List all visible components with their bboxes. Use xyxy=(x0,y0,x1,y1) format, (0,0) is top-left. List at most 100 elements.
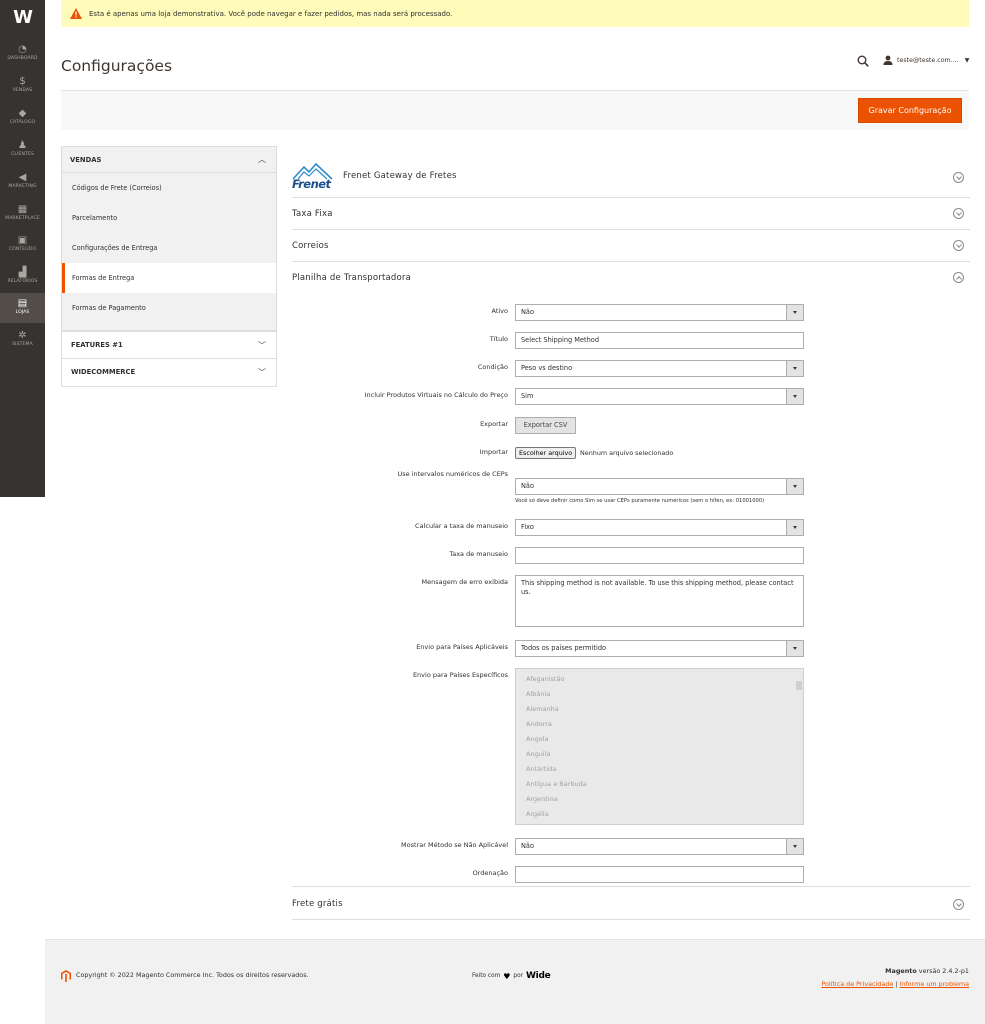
country-option[interactable]: Anguila xyxy=(516,747,803,762)
condicao-select[interactable]: Peso vs destino xyxy=(515,360,804,377)
tab-item[interactable]: Formas de Entrega xyxy=(62,263,276,293)
admin-sidebar: W ◔ DASHBOARD $ VENDAS ◆ CATÁLOGO ♟ CLIENTES ◀ MA… xyxy=(0,0,45,497)
tab-item[interactable]: Parcelamento xyxy=(62,203,276,233)
user-menu[interactable]: teste@teste.com.... ▼ xyxy=(883,54,969,66)
ordenacao-input[interactable] xyxy=(515,866,804,883)
footer-separator: | xyxy=(895,980,898,988)
nav-item-sistema[interactable]: ✲ SISTEMA xyxy=(0,330,45,360)
nav-item-conteúdo[interactable]: ▣ CONTEÚDO xyxy=(0,235,45,265)
section-taxa-fixa[interactable]: Taxa Fixa xyxy=(292,198,970,230)
country-option[interactable]: Albânia xyxy=(516,687,803,702)
tab-item[interactable]: Códigos de Frete (Correios) xyxy=(62,173,276,203)
storefront-icon: ▦ xyxy=(17,204,28,215)
scrollbar[interactable] xyxy=(796,671,802,823)
tab-group-vendas[interactable]: VENDAS ︿ xyxy=(61,146,277,173)
field-label: Taxa de manuseio xyxy=(449,550,508,558)
tab-group-items: Códigos de Frete (Correios) Parcelamento C… xyxy=(61,173,277,331)
taxa-manuseio-input[interactable] xyxy=(515,547,804,564)
titulo-input[interactable]: Select Shipping Method xyxy=(515,332,804,349)
expand-icon[interactable] xyxy=(953,172,964,183)
tab-item[interactable]: Configurações de Entrega xyxy=(62,233,276,263)
tab-group-spacer xyxy=(62,323,276,330)
country-option[interactable]: Argélia xyxy=(516,807,803,822)
tab-group-features[interactable]: FEATURES #1 ﹀ xyxy=(61,331,277,359)
nav-item-clientes[interactable]: ♟ CLIENTES xyxy=(0,140,45,170)
export-csv-button[interactable]: Exportar CSV xyxy=(515,417,576,434)
footer-version: Magento versão 2.4.2-p1 Política de Priv… xyxy=(821,965,969,991)
made-with-text: Feito com xyxy=(472,973,501,979)
calcular-taxa-select[interactable]: Fixo xyxy=(515,519,804,536)
country-option[interactable]: Andorra xyxy=(516,717,803,732)
expand-icon[interactable] xyxy=(953,208,964,219)
section-frete-gratis[interactable]: Frete grátis xyxy=(292,887,970,920)
field-label: Envio para Países Específicos xyxy=(412,671,508,679)
select-value: Todos os países permitido xyxy=(521,644,607,652)
user-icon xyxy=(883,55,893,65)
nav-item-label: CLIENTES xyxy=(11,152,34,157)
incluir-virtuais-select[interactable]: Sim xyxy=(515,388,804,405)
tab-group-label: VENDAS xyxy=(70,156,102,164)
magento-logo-icon xyxy=(61,970,71,982)
privacy-link[interactable]: Política de Privacidade xyxy=(821,980,893,988)
nav-item-vendas[interactable]: $ VENDAS xyxy=(0,76,45,106)
envio-especificos-multiselect[interactable]: Afeganistão Albânia Alemanha Andorra Angola A… xyxy=(515,668,804,825)
nav-item-label: RELATÓRIOS xyxy=(7,279,38,284)
wide-logo[interactable]: Wide xyxy=(526,971,551,981)
mostrar-metodo-select[interactable]: Não xyxy=(515,838,804,855)
field-label: Mostrar Método se Não Aplicável xyxy=(401,841,508,849)
tab-item[interactable]: Formas de Pagamento xyxy=(62,293,276,323)
search-icon[interactable] xyxy=(857,55,869,67)
page-actions: Gravar Configuração xyxy=(61,90,969,130)
section-correios[interactable]: Correios xyxy=(292,230,970,262)
mensagem-erro-textarea[interactable]: This shipping method is not available. T… xyxy=(515,575,804,627)
chevron-up-icon: ︿ xyxy=(258,155,266,164)
section-title[interactable]: Planilha de Transportadora xyxy=(292,273,411,283)
select-value: Não xyxy=(521,308,535,316)
ativo-select[interactable]: Não xyxy=(515,304,804,321)
country-option[interactable]: Afeganistão xyxy=(516,672,803,687)
nav-item-catálogo[interactable]: ◆ CATÁLOGO xyxy=(0,108,45,138)
tab-group-widecommerce[interactable]: WIDECOMMERCE ﹀ xyxy=(61,359,277,387)
nav-item-dashboard[interactable]: ◔ DASHBOARD xyxy=(0,44,45,74)
intervalos-cep-select[interactable]: Não xyxy=(515,478,804,495)
section-frenet[interactable]: Frenet Frenet Gateway de Fretes xyxy=(292,152,970,198)
field-note: Você só deve definir como Sim se usar CE… xyxy=(515,498,765,504)
report-issue-link[interactable]: Informe um problema xyxy=(900,980,969,988)
frenet-wordmark: Frenet xyxy=(292,177,331,191)
nav-item-label: SISTEMA xyxy=(12,342,33,347)
country-option[interactable]: Alemanha xyxy=(516,702,803,717)
envio-aplicaveis-select[interactable]: Todos os países permitido xyxy=(515,640,804,657)
bar-chart-icon: ▟ xyxy=(18,267,27,278)
expand-icon[interactable] xyxy=(953,240,964,251)
choose-file-button[interactable]: Escolher arquivo xyxy=(515,447,577,459)
select-value: Fixo xyxy=(521,523,534,531)
store-logo[interactable]: W xyxy=(12,9,34,27)
chevron-down-icon xyxy=(786,361,803,376)
country-option[interactable]: Antígua e Barbuda xyxy=(516,777,803,792)
nav-item-marketing[interactable]: ◀ MARKETING xyxy=(0,172,45,202)
country-option[interactable]: Argentina xyxy=(516,792,803,807)
select-value: Peso vs destino xyxy=(521,364,573,372)
country-option[interactable]: Antártida xyxy=(516,762,803,777)
chevron-down-icon xyxy=(786,389,803,404)
field-label: Mensagem de erro exibida xyxy=(421,578,508,586)
field-label: Ordenação xyxy=(472,869,508,877)
collapse-icon[interactable] xyxy=(953,272,964,283)
field-label: Envio para Países Aplicáveis xyxy=(416,643,508,651)
expand-icon[interactable] xyxy=(953,899,964,910)
field-label: Importar xyxy=(479,448,508,456)
field-label: Título xyxy=(489,335,508,343)
save-config-button[interactable]: Gravar Configuração xyxy=(858,98,962,123)
brand-name: Magento xyxy=(885,967,917,975)
nav-item-marketplace[interactable]: ▦ MARKETPLACE xyxy=(0,204,45,234)
made-with: Feito com ♥ por Wide xyxy=(472,971,551,981)
chevron-down-icon: ﹀ xyxy=(258,341,266,350)
country-option[interactable]: Angola xyxy=(516,732,803,747)
scrollbar-thumb[interactable] xyxy=(796,681,802,690)
chevron-down-icon xyxy=(786,839,803,854)
por-text: por xyxy=(513,973,524,979)
box-icon: ◆ xyxy=(18,108,27,119)
nav-item-label: MARKETING xyxy=(8,184,37,189)
nav-item-lojas[interactable]: ▤ LOJAS xyxy=(0,293,45,323)
nav-item-label: VENDAS xyxy=(12,88,33,93)
